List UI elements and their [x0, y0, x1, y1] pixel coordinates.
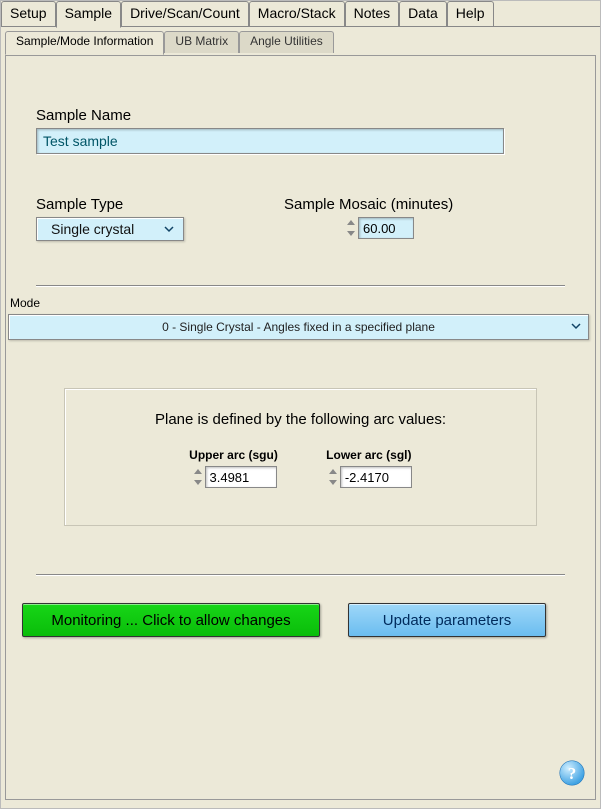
plane-title: Plane is defined by the following arc va… — [85, 411, 516, 428]
tab-drive-scan-count[interactable]: Drive/Scan/Count — [121, 1, 249, 26]
svg-text:?: ? — [568, 764, 577, 783]
upper-arc-input[interactable] — [205, 466, 277, 488]
tab-sample[interactable]: Sample — [56, 1, 121, 28]
tab-data[interactable]: Data — [399, 1, 447, 26]
divider — [36, 285, 565, 286]
sample-name-label: Sample Name — [36, 107, 565, 124]
mode-value: 0 - Single Crystal - Angles fixed in a s… — [162, 320, 435, 334]
subtab-sample-mode-info[interactable]: Sample/Mode Information — [5, 31, 164, 55]
lower-arc-label: Lower arc (sgl) — [326, 448, 412, 462]
help-icon[interactable]: ? — [559, 760, 585, 789]
sample-type-value: Single crystal — [51, 221, 134, 237]
update-parameters-button[interactable]: Update parameters — [348, 603, 546, 637]
mode-label: Mode — [6, 296, 565, 310]
button-row: Monitoring ... Click to allow changes Up… — [22, 603, 565, 637]
app-window: Setup Sample Drive/Scan/Count Macro/Stac… — [0, 0, 601, 809]
subtab-ub-matrix[interactable]: UB Matrix — [164, 31, 239, 53]
mode-dropdown[interactable]: 0 - Single Crystal - Angles fixed in a s… — [8, 314, 589, 340]
main-tabbar: Setup Sample Drive/Scan/Count Macro/Stac… — [1, 1, 600, 27]
tab-notes[interactable]: Notes — [345, 1, 400, 26]
divider — [36, 574, 565, 575]
sample-mosaic-input[interactable] — [358, 217, 414, 239]
tab-help[interactable]: Help — [447, 1, 494, 26]
lower-arc-stepper[interactable] — [326, 466, 340, 488]
tab-macro-stack[interactable]: Macro/Stack — [249, 1, 345, 26]
chevron-down-icon — [570, 321, 582, 333]
content-panel: Sample Name Sample Type Single crystal S… — [5, 55, 596, 800]
upper-arc-label: Upper arc (sgu) — [189, 448, 278, 462]
sub-tabbar: Sample/Mode Information UB Matrix Angle … — [5, 31, 600, 55]
subtab-angle-utilities[interactable]: Angle Utilities — [239, 31, 334, 53]
sample-name-input[interactable] — [36, 128, 504, 154]
sample-mosaic-label: Sample Mosaic (minutes) — [284, 196, 453, 213]
upper-arc-stepper[interactable] — [191, 466, 205, 488]
lower-arc-input[interactable] — [340, 466, 412, 488]
plane-panel: Plane is defined by the following arc va… — [64, 388, 537, 526]
sample-type-dropdown[interactable]: Single crystal — [36, 217, 184, 241]
sample-mosaic-stepper[interactable] — [344, 217, 358, 239]
tab-setup[interactable]: Setup — [1, 1, 56, 26]
monitoring-button[interactable]: Monitoring ... Click to allow changes — [22, 603, 320, 637]
sample-type-label: Sample Type — [36, 196, 184, 213]
chevron-down-icon — [163, 224, 175, 234]
